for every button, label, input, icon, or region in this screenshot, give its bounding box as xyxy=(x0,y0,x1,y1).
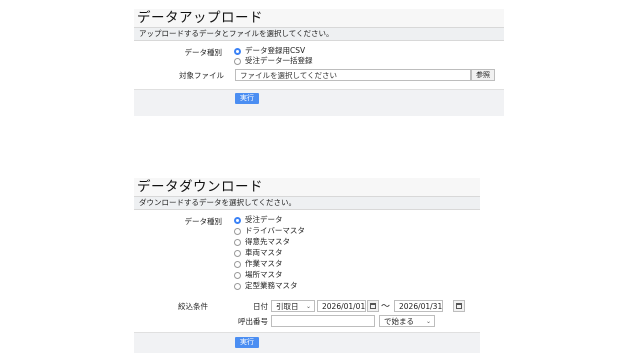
radio-selected-icon xyxy=(234,216,241,224)
download-option-label: 得意先マスタ xyxy=(245,237,290,246)
upload-option-csv[interactable]: データ登録用CSV xyxy=(234,46,305,56)
upload-title: データアップロード xyxy=(134,9,504,27)
filter-label: 絞込条件 xyxy=(178,302,208,311)
upload-type-label: データ種別 xyxy=(184,48,223,57)
date-from-input[interactable]: 2026/01/01 xyxy=(317,300,366,312)
calendar-icon xyxy=(370,303,376,309)
radio-icon xyxy=(234,227,241,235)
match-type-value: で始まる xyxy=(384,317,414,326)
radio-icon xyxy=(234,238,241,246)
date-from-calendar-button[interactable] xyxy=(367,300,379,312)
download-option-drivers[interactable]: ドライバーマスタ xyxy=(234,226,305,236)
download-description: ダウンロードするデータを選択してください。 xyxy=(134,196,480,210)
upload-file-row: 対象ファイル ファイルを選択してください 参照 xyxy=(134,67,504,85)
match-type-select[interactable]: で始まる ⌄ xyxy=(379,315,435,327)
download-option-label: 定型業務マスタ xyxy=(245,281,298,290)
download-option-vehicles[interactable]: 車両マスタ xyxy=(234,248,283,258)
browse-button[interactable]: 参照 xyxy=(471,69,495,81)
download-title: データダウンロード xyxy=(134,178,480,196)
upload-description: アップロードするデータとファイルを選択してください。 xyxy=(134,27,504,41)
date-range-separator: 〜 xyxy=(381,302,391,312)
radio-icon xyxy=(234,282,241,290)
file-input[interactable]: ファイルを選択してください xyxy=(235,69,471,81)
radio-icon xyxy=(234,260,241,268)
download-option-customers[interactable]: 得意先マスタ xyxy=(234,237,290,247)
filter-date-row: 絞込条件 日付 引取日 ⌄ 2026/01/01 〜 2026/01/31 xyxy=(134,298,480,314)
chevron-down-icon: ⌄ xyxy=(425,318,431,325)
file-label: 対象ファイル xyxy=(179,71,224,80)
download-section: データダウンロード ダウンロードするデータを選択してください。 データ種別 受注… xyxy=(134,178,480,353)
date-label: 日付 xyxy=(253,302,268,311)
download-option-tasks[interactable]: 作業マスタ xyxy=(234,259,283,269)
download-option-label: 車両マスタ xyxy=(245,248,283,257)
chevron-down-icon: ⌄ xyxy=(305,303,311,310)
radio-icon xyxy=(234,57,241,65)
upload-option-bulk[interactable]: 受注データ一括登録 xyxy=(234,56,313,66)
radio-icon xyxy=(234,249,241,257)
download-option-label: 場所マスタ xyxy=(245,270,283,279)
radio-selected-icon xyxy=(234,47,241,55)
call-number-row: 呼出番号 で始まる ⌄ xyxy=(134,314,480,330)
upload-action-bar: 実行 xyxy=(134,89,504,116)
date-to-input[interactable]: 2026/01/31 xyxy=(394,300,443,312)
download-option-label: 受注データ xyxy=(245,215,283,224)
calendar-icon xyxy=(456,303,462,309)
call-number-input[interactable] xyxy=(271,315,375,327)
download-option-routine[interactable]: 定型業務マスタ xyxy=(234,281,298,291)
date-type-value: 引取日 xyxy=(276,302,299,311)
download-action-bar: 実行 xyxy=(134,332,480,353)
radio-icon xyxy=(234,271,241,279)
upload-section: データアップロード アップロードするデータとファイルを選択してください。 データ… xyxy=(134,9,504,117)
download-option-label: 作業マスタ xyxy=(245,259,283,268)
upload-option-label: 受注データ一括登録 xyxy=(245,56,313,65)
download-option-places[interactable]: 場所マスタ xyxy=(234,270,283,280)
call-number-label: 呼出番号 xyxy=(238,317,268,326)
download-type-label: データ種別 xyxy=(184,217,223,226)
date-type-select[interactable]: 引取日 ⌄ xyxy=(271,300,315,312)
download-execute-button[interactable]: 実行 xyxy=(235,337,259,348)
date-to-calendar-button[interactable] xyxy=(453,300,465,312)
upload-execute-button[interactable]: 実行 xyxy=(235,93,259,104)
upload-option-label: データ登録用CSV xyxy=(245,46,306,55)
upload-type-row: データ種別 データ登録用CSV 受注データ一括登録 xyxy=(134,41,504,67)
download-type-row: データ種別 受注データ ドライバーマスタ 得意先マスタ 車両マスタ 作業マスタ … xyxy=(134,210,480,298)
download-option-label: ドライバーマスタ xyxy=(245,226,305,235)
download-option-orders[interactable]: 受注データ xyxy=(234,215,283,225)
